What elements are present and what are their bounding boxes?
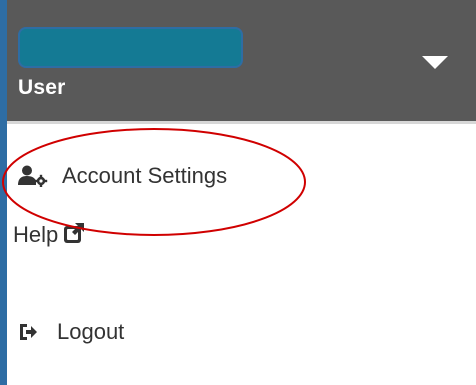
logout-item[interactable]: Logout — [18, 319, 124, 345]
user-gear-icon — [18, 165, 48, 187]
header-divider — [7, 121, 476, 124]
redacted-user-name — [18, 27, 243, 68]
account-settings-label: Account Settings — [62, 163, 228, 188]
user-header[interactable]: User — [7, 0, 476, 121]
help-item[interactable]: Help — [13, 222, 85, 248]
menu-left-border — [0, 0, 7, 385]
account-settings-item[interactable]: Account Settings — [18, 163, 227, 189]
external-link-icon — [63, 222, 85, 244]
chevron-down-icon[interactable] — [422, 56, 448, 69]
user-dropdown-menu: User Account Settings Help Logout — [0, 0, 476, 385]
help-label: Help — [13, 222, 59, 247]
logout-label: Logout — [57, 319, 125, 344]
user-label: User — [18, 76, 66, 99]
sign-out-icon — [18, 322, 38, 342]
